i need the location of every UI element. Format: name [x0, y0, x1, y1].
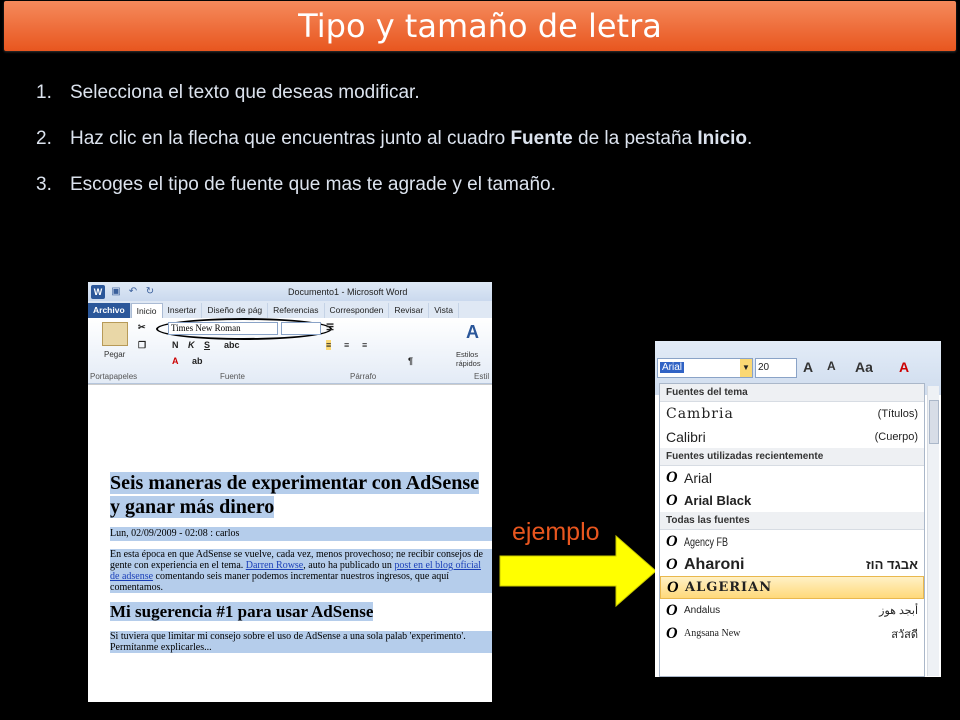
step-text: Escoges el tipo de fuente que mas te agr… [70, 174, 556, 195]
tab-referencias[interactable]: Referencias [268, 303, 325, 318]
link-darren-rowse[interactable]: Darren Rowse [246, 560, 303, 571]
step-text: Selecciona el texto que deseas modificar… [70, 82, 420, 103]
align-center-icon[interactable]: ≡ [344, 340, 349, 350]
slide-title: Tipo y tamaño de letra [298, 7, 662, 45]
paste-icon[interactable] [102, 322, 128, 346]
doc-heading-2: Mi sugerencia #1 para usar AdSense [110, 602, 374, 621]
tab-correspondencia[interactable]: Corresponden [325, 303, 390, 318]
opentype-icon: O [666, 601, 678, 619]
font-name-box[interactable]: Times New Roman [168, 322, 278, 335]
highlight-icon[interactable]: ab [192, 356, 203, 366]
tab-revisar[interactable]: Revisar [389, 303, 430, 318]
italic-icon[interactable]: K [188, 340, 195, 350]
opentype-icon: O [666, 491, 678, 509]
font-name-value: Arial [660, 362, 685, 373]
font-name-combo[interactable]: Arial ▼ [657, 358, 753, 378]
tab-archivo[interactable]: Archivo [88, 303, 131, 318]
tab-inicio[interactable]: Inicio [130, 303, 163, 318]
doc-paragraph-2: Si tuviera que limitar mi consejo sobre … [110, 631, 492, 653]
save-icon[interactable]: ▣ [110, 286, 122, 298]
undo-icon[interactable]: ↶ [127, 286, 139, 298]
font-item-calibri[interactable]: Calibri (Cuerpo) [660, 425, 924, 448]
ribbon: Pegar ✂ ❐ Times New Roman N K S abc A ab… [88, 318, 492, 384]
align-left-icon[interactable]: ≡ [326, 340, 332, 350]
doc-meta: Lun, 02/09/2009 - 02:08 : carlos [110, 527, 492, 541]
opentype-icon: O [666, 468, 678, 486]
opentype-icon: O [667, 578, 679, 596]
redo-icon[interactable]: ↻ [144, 286, 156, 298]
tab-diseno[interactable]: Diseño de pág [202, 303, 269, 318]
align-right-icon[interactable]: ≡ [362, 340, 367, 350]
chevron-down-icon[interactable]: ▼ [740, 359, 752, 377]
font-item-arial[interactable]: O Arial [660, 466, 924, 489]
opentype-icon: O [666, 532, 678, 550]
doc-paragraph-1: En esta época en que AdSense se vuelve, … [110, 549, 492, 593]
paste-label: Pegar [104, 350, 126, 359]
step-2: 2. Haz clic en la flecha que encuentras … [36, 126, 816, 152]
step-number: 2. [36, 128, 52, 149]
font-item-algerian[interactable]: O ALGERIAN [660, 576, 924, 599]
grow-font-icon[interactable]: A [803, 359, 813, 375]
word-screenshot: W ▣ ↶ ↻ Documento1 - Microsoft Word Arch… [88, 282, 492, 702]
arrow-right-icon [499, 534, 657, 608]
step-number: 3. [36, 174, 52, 195]
step-3: 3. Escoges el tipo de fuente que mas te … [36, 172, 816, 198]
step-number: 1. [36, 82, 52, 103]
group-styles: Estil [474, 372, 490, 381]
scrollbar-thumb[interactable] [929, 400, 939, 444]
strikethrough-icon[interactable]: abc [224, 340, 240, 350]
font-size-box[interactable] [281, 322, 321, 335]
section-theme-fonts: Fuentes del tema [660, 384, 924, 402]
tab-vista[interactable]: Vista [429, 303, 459, 318]
cut-icon[interactable]: ✂ [138, 322, 146, 333]
font-item-aharoni[interactable]: O Aharoni אבגד הוז [660, 553, 924, 576]
document-body: Seis maneras de experimentar con AdSense… [110, 471, 492, 653]
clear-format-icon[interactable]: A [899, 359, 909, 375]
ribbon-tabs: Archivo Inicio Insertar Diseño de pág Re… [88, 301, 492, 318]
underline-icon[interactable]: S [204, 340, 210, 350]
font-item-arial-black[interactable]: O Arial Black [660, 489, 924, 512]
group-font: Fuente [220, 372, 245, 381]
section-all-fonts: Todas las fuentes [660, 512, 924, 530]
opentype-icon: O [666, 624, 678, 642]
doc-heading-1: Seis maneras de experimentar con AdSense… [110, 472, 480, 518]
window-title: Documento1 - Microsoft Word [288, 286, 408, 297]
change-case-icon[interactable]: Aa [855, 359, 873, 375]
font-item-cambria[interactable]: Cambria (Títulos) [660, 402, 924, 425]
font-item-angsana-new[interactable]: O Angsana New สวัสดี [660, 622, 924, 645]
font-item-agency-fb[interactable]: O Agency FB [660, 530, 924, 553]
tab-insertar[interactable]: Insertar [163, 303, 203, 318]
paragraph-mark-icon[interactable]: ¶ [408, 356, 413, 366]
styles-icon[interactable]: A [466, 322, 479, 343]
document-page: Seis maneras de experimentar con AdSense… [88, 384, 492, 702]
font-dropdown-screenshot: Arial ▼ 20 A A Aa A Fuentes del tema Cam… [655, 341, 941, 677]
font-color-icon[interactable]: A [172, 356, 179, 366]
step-text: Haz clic en la flecha que encuentras jun… [70, 128, 753, 149]
opentype-icon: O [666, 555, 678, 573]
instruction-list: 1. Selecciona el texto que deseas modifi… [36, 80, 816, 218]
group-clipboard: Portapapeles [90, 372, 138, 381]
font-size-combo[interactable]: 20 [755, 358, 797, 378]
quick-access-toolbar: W ▣ ↶ ↻ Documento1 - Microsoft Word [88, 282, 492, 301]
step-1: 1. Selecciona el texto que deseas modifi… [36, 80, 816, 106]
bullets-icon[interactable]: ☰ [326, 322, 334, 333]
styles-label: Estilos rápidos [456, 350, 481, 368]
slide-title-bar: Tipo y tamaño de letra [4, 1, 956, 51]
copy-icon[interactable]: ❐ [138, 340, 146, 351]
section-recent-fonts: Fuentes utilizadas recientemente [660, 448, 924, 466]
bold-icon[interactable]: N [172, 340, 179, 350]
font-item-andalus[interactable]: O Andalus أبجد هوز [660, 599, 924, 622]
group-paragraph: Párrafo [350, 372, 377, 381]
word-logo-icon: W [91, 284, 105, 299]
font-list: Fuentes del tema Cambria (Títulos) Calib… [659, 383, 925, 677]
shrink-font-icon[interactable]: A [827, 359, 836, 373]
font-list-scrollbar[interactable] [927, 386, 939, 676]
